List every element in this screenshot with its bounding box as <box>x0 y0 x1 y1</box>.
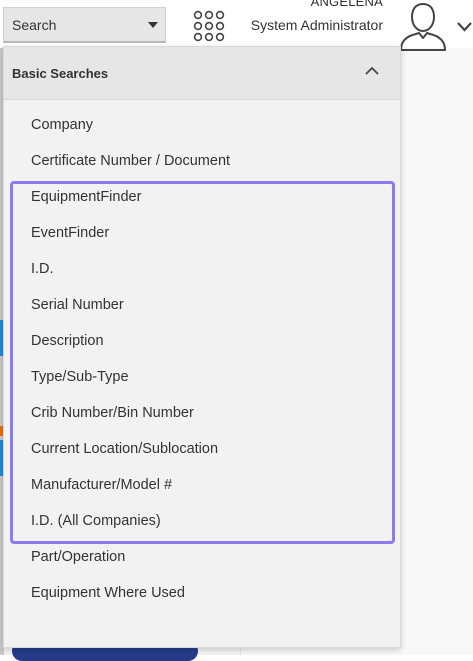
option-crib-bin-number[interactable]: Crib Number/Bin Number <box>4 395 400 431</box>
search-select-value: Search <box>12 17 57 33</box>
option-certificate-number[interactable]: Certificate Number / Document <box>4 143 400 179</box>
option-company[interactable]: Company <box>4 107 400 143</box>
option-equipment-where-used[interactable]: Equipment Where Used <box>4 575 400 611</box>
option-manufacturer-model[interactable]: Manufacturer/Model # <box>4 467 400 503</box>
basic-searches-header[interactable]: Basic Searches <box>4 47 400 100</box>
search-dropdown: Basic Searches Company Certificate Numbe… <box>3 46 401 648</box>
user-name: ANGELENA <box>310 0 383 9</box>
option-serial-number[interactable]: Serial Number <box>4 287 400 323</box>
chevron-down-icon[interactable] <box>456 20 473 34</box>
section-title: Basic Searches <box>12 66 109 81</box>
search-type-select[interactable]: Search <box>3 7 166 43</box>
search-options-list: Company Certificate Number / Document Eq… <box>4 107 400 611</box>
top-bar: Search ANGELENA System Administrator <box>0 0 473 51</box>
option-event-finder[interactable]: EventFinder <box>4 215 400 251</box>
chevron-up-icon[interactable] <box>364 65 380 77</box>
caret-down-icon <box>148 22 158 28</box>
option-current-location[interactable]: Current Location/Sublocation <box>4 431 400 467</box>
option-equipment-finder[interactable]: EquipmentFinder <box>4 179 400 215</box>
user-role: System Administrator <box>250 17 383 33</box>
option-id-all-companies[interactable]: I.D. (All Companies) <box>4 503 400 539</box>
option-type-subtype[interactable]: Type/Sub-Type <box>4 359 400 395</box>
apps-grid-icon[interactable] <box>193 10 225 42</box>
user-avatar-icon[interactable] <box>398 0 448 52</box>
option-description[interactable]: Description <box>4 323 400 359</box>
option-id[interactable]: I.D. <box>4 251 400 287</box>
option-part-operation[interactable]: Part/Operation <box>4 539 400 575</box>
